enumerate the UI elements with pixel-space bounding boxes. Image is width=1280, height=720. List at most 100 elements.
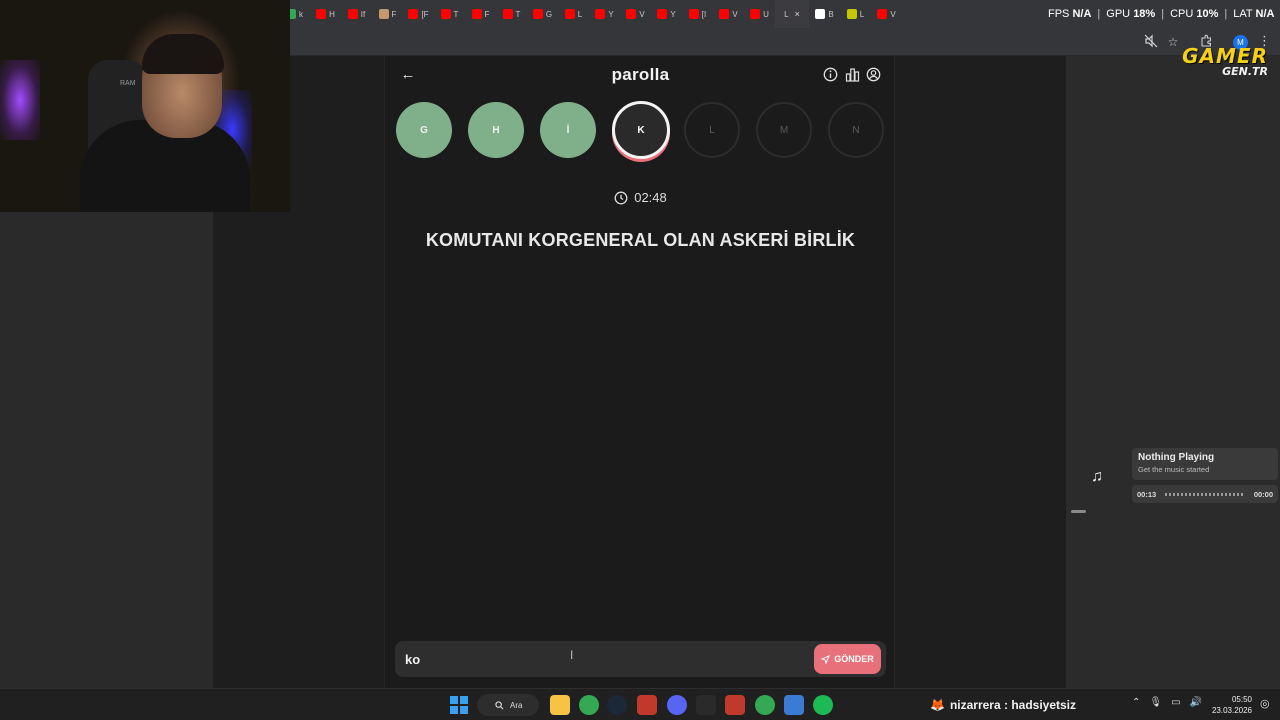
browser-tab[interactable]: F — [465, 0, 496, 28]
browser-tab[interactable]: [I — [682, 0, 713, 28]
clock-date: 23.03.2026 — [1211, 706, 1252, 715]
browser-tab[interactable]: If — [341, 0, 372, 28]
browser-tab[interactable]: L — [840, 0, 871, 28]
tab-title: V — [639, 9, 645, 19]
profile-icon[interactable] — [866, 67, 882, 83]
info-icon[interactable] — [823, 67, 839, 83]
browser-tab[interactable]: F — [372, 0, 403, 28]
hud-divider: | — [1097, 8, 1101, 20]
notification-icon[interactable]: ◎ — [1260, 697, 1270, 710]
discord-icon[interactable] — [667, 695, 687, 715]
system-clock[interactable]: 05:50 23.03.2026 — [1210, 694, 1252, 716]
tab-favicon-icon — [532, 9, 543, 19]
system-tray: ⌃ 🎙 ▭ 🔊 — [1132, 697, 1202, 708]
tab-favicon-icon — [564, 9, 575, 19]
tab-title: V — [732, 9, 738, 19]
taskbar-search[interactable]: Ara — [477, 694, 539, 716]
browser-tab[interactable]: V — [871, 0, 902, 28]
chrome-icon[interactable] — [579, 695, 599, 715]
search-icon — [495, 700, 504, 709]
letter-circle-pending: M — [756, 102, 812, 158]
tab-favicon-icon — [440, 9, 451, 19]
tab-title: F — [391, 9, 397, 19]
browser-tab[interactable]: H — [310, 0, 341, 28]
fps-label: FPS — [1048, 8, 1070, 20]
browser-tab[interactable]: B — [809, 0, 840, 28]
tab-favicon-icon — [347, 9, 358, 19]
tab-title: L — [859, 9, 865, 19]
tab-favicon-icon — [815, 9, 826, 19]
now-playing-widget: Nothing Playing Get the music started 00… — [1132, 448, 1278, 504]
gpu-label: GPU — [1106, 8, 1131, 20]
answer-input[interactable] — [405, 649, 785, 669]
stats-chart-icon[interactable] — [845, 67, 861, 83]
lat-value: N/A — [1255, 8, 1275, 20]
browser-tab[interactable]: T — [496, 0, 527, 28]
cpu-value: 10% — [1196, 8, 1219, 20]
tab-title: [F — [421, 9, 429, 19]
browser-tab[interactable]: V — [620, 0, 651, 28]
clock-icon — [614, 191, 628, 204]
elapsed-time: 00:13 — [1137, 489, 1157, 499]
fox-emoji-icon: 🦊 — [930, 698, 945, 712]
progress-track[interactable] — [1165, 492, 1245, 496]
send-arrow-icon — [821, 654, 831, 664]
lat-label: LAT — [1233, 8, 1253, 20]
browser-tab[interactable]: Y — [589, 0, 620, 28]
tab-active[interactable]: L × — [775, 0, 809, 28]
send-button[interactable]: GÖNDER — [814, 644, 881, 674]
tab-favicon-icon — [846, 9, 857, 19]
hud-divider: | — [1161, 8, 1165, 20]
tab-title: k — [299, 9, 303, 19]
microphone-icon[interactable]: 🎙 — [1149, 697, 1162, 708]
browser-tab[interactable]: U — [744, 0, 775, 28]
tab-title: If — [360, 9, 366, 19]
windows-start-icon[interactable] — [449, 695, 469, 715]
vpn-app-icon[interactable] — [784, 695, 804, 715]
tab-favicon-icon — [316, 9, 327, 19]
epic-games-icon[interactable] — [696, 695, 716, 715]
steam-icon[interactable] — [607, 695, 627, 715]
volume-icon[interactable]: 🔊 — [1190, 697, 1202, 708]
clock-time: 05:50 — [1231, 695, 1252, 704]
file-explorer-icon[interactable] — [550, 695, 570, 715]
hud-divider: | — [1224, 8, 1228, 20]
tab-favicon-icon — [626, 9, 637, 19]
letter-circle-done: H — [468, 102, 524, 158]
game-app-icon[interactable] — [637, 695, 657, 715]
scrubber-handle[interactable] — [1071, 510, 1086, 513]
tab-title: H — [329, 9, 335, 19]
network-icon[interactable]: ▭ — [1171, 697, 1180, 708]
fps-value: N/A — [1072, 8, 1092, 20]
spotify-icon[interactable] — [813, 695, 833, 715]
chrome-2-icon[interactable] — [755, 695, 775, 715]
tab-title: Y — [670, 9, 676, 19]
video-editor-icon[interactable] — [725, 695, 745, 715]
tab-title: T — [453, 9, 459, 19]
right-background-panel — [1066, 56, 1280, 688]
mouse-text-cursor-icon: I — [570, 648, 574, 662]
tab-title: F — [484, 9, 490, 19]
tab-title: G — [545, 9, 553, 19]
browser-tab[interactable]: T — [434, 0, 465, 28]
game-header: ← parolla — [385, 56, 896, 94]
letter-progress-row: GHİKLMN — [396, 101, 886, 162]
letter-circle-done: G — [396, 102, 452, 158]
left-background-panel — [0, 212, 213, 688]
chevron-up-icon[interactable]: ⌃ — [1132, 697, 1140, 708]
browser-tab[interactable]: Y — [651, 0, 682, 28]
tab-favicon-icon — [378, 9, 389, 19]
now-playing-box: Nothing Playing Get the music started — [1132, 448, 1278, 480]
timer-value: 02:48 — [634, 190, 667, 205]
close-tab-icon[interactable]: × — [795, 9, 800, 19]
tab-favicon-icon — [657, 9, 668, 19]
browser-tab[interactable]: V — [713, 0, 744, 28]
browser-tab[interactable]: L — [558, 0, 589, 28]
answer-bar: I GÖNDER — [395, 641, 886, 677]
tab-title: V — [890, 9, 896, 19]
browser-tab[interactable]: G — [527, 0, 558, 28]
tab-favicon-icon — [719, 9, 730, 19]
tab-favicon-icon — [688, 9, 699, 19]
tab-favicon-icon — [471, 9, 482, 19]
browser-tab[interactable]: [F — [403, 0, 434, 28]
